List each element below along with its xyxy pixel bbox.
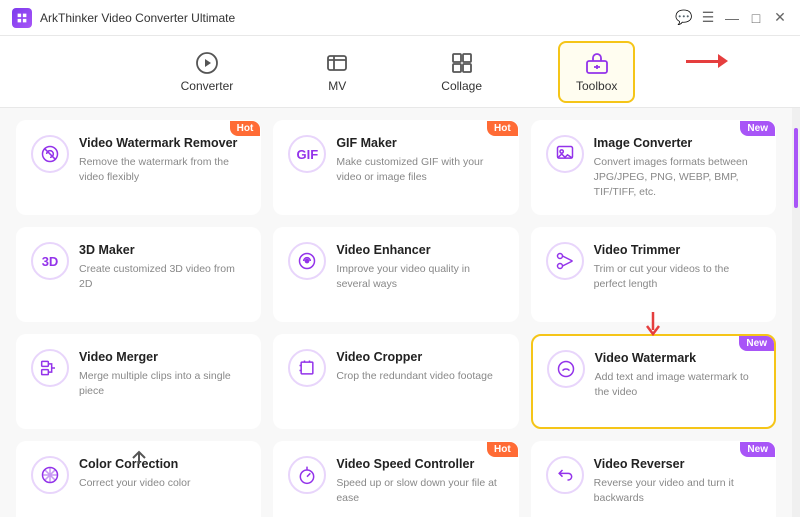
tool-card-video-enhancer[interactable]: Video Enhancer Improve your video qualit… (273, 227, 518, 322)
card-desc-video-reverser: Reverse your video and turn it backwards (594, 476, 761, 505)
scrollbar-thumb (794, 128, 798, 208)
tool-card-video-merger[interactable]: Video Merger Merge multiple clips into a… (16, 334, 261, 429)
card-desc-video-cropper: Crop the redundant video footage (336, 369, 503, 384)
card-title-video-trimmer: Video Trimmer (594, 242, 761, 258)
tool-card-video-cropper[interactable]: Video Cropper Crop the redundant video f… (273, 334, 518, 429)
card-title-video-watermark: Video Watermark (595, 350, 760, 366)
card-icon-video-watermark-remover (31, 135, 69, 173)
badge-image-converter: New (740, 121, 775, 136)
card-desc-video-watermark: Add text and image watermark to the vide… (595, 370, 760, 399)
card-icon-video-cropper (288, 349, 326, 387)
card-desc-video-speed-controller: Speed up or slow down your file at ease (336, 476, 503, 505)
card-desc-color-correction: Correct your video color (79, 476, 246, 491)
nav-item-collage[interactable]: Collage (425, 43, 498, 101)
card-icon-video-watermark (547, 350, 585, 388)
card-desc-video-enhancer: Improve your video quality in several wa… (336, 262, 503, 291)
badge-video-speed-controller: Hot (487, 442, 518, 457)
card-title-video-enhancer: Video Enhancer (336, 242, 503, 258)
card-title-video-reverser: Video Reverser (594, 456, 761, 472)
tool-card-image-converter[interactable]: New Image Converter Convert images forma… (531, 120, 776, 215)
card-title-video-cropper: Video Cropper (336, 349, 503, 365)
card-title-video-watermark-remover: Video Watermark Remover (79, 135, 246, 151)
badge-gif-maker: Hot (487, 121, 518, 136)
card-icon-video-trimmer (546, 242, 584, 280)
card-icon-video-reverser (546, 456, 584, 494)
card-icon-color-correction (31, 456, 69, 494)
nav-label-collage: Collage (441, 79, 482, 93)
card-title-3d-maker: 3D Maker (79, 242, 246, 258)
nav-bar: Converter MV Collage Toolbox (0, 36, 800, 108)
card-icon-video-enhancer (288, 242, 326, 280)
tool-card-video-speed-controller[interactable]: Hot Video Speed Controller Speed up or s… (273, 441, 518, 517)
menu-button[interactable]: ☰ (700, 10, 716, 26)
card-title-video-speed-controller: Video Speed Controller (336, 456, 503, 472)
tool-card-gif-maker[interactable]: Hot GIF GIF Maker Make customized GIF wi… (273, 120, 518, 215)
card-title-color-correction: Color Correction (79, 456, 246, 472)
card-desc-gif-maker: Make customized GIF with your video or i… (336, 155, 503, 184)
card-desc-video-merger: Merge multiple clips into a single piece (79, 369, 246, 398)
card-icon-image-converter (546, 135, 584, 173)
tool-card-color-correction[interactable]: Color Correction Correct your video colo… (16, 441, 261, 517)
card-desc-video-trimmer: Trim or cut your videos to the perfect l… (594, 262, 761, 291)
card-desc-image-converter: Convert images formats between JPG/JPEG,… (594, 155, 761, 199)
card-icon-video-merger (31, 349, 69, 387)
nav-item-converter[interactable]: Converter (165, 43, 250, 101)
badge-video-reverser: New (740, 442, 775, 457)
tool-card-video-reverser[interactable]: New Video Reverser Reverse your video an… (531, 441, 776, 517)
card-desc-3d-maker: Create customized 3D video from 2D (79, 262, 246, 291)
nav-label-toolbox: Toolbox (576, 79, 617, 93)
app-icon (12, 8, 32, 28)
card-title-gif-maker: GIF Maker (336, 135, 503, 151)
badge-video-watermark-remover: Hot (230, 121, 261, 136)
maximize-button[interactable]: □ (748, 10, 764, 26)
card-icon-3d-maker: 3D (31, 242, 69, 280)
card-icon-gif-maker: GIF (288, 135, 326, 173)
tool-card-video-watermark[interactable]: New Video Watermark Add text and image w… (531, 334, 776, 429)
title-bar: ArkThinker Video Converter Ultimate 💬 ☰ … (0, 0, 800, 36)
card-icon-video-speed-controller (288, 456, 326, 494)
nav-item-mv[interactable]: MV (309, 43, 365, 101)
scrollbar[interactable] (792, 108, 800, 517)
card-title-image-converter: Image Converter (594, 135, 761, 151)
tool-card-video-watermark-remover[interactable]: Hot Video Watermark Remover Remove the w… (16, 120, 261, 215)
badge-video-watermark: New (739, 336, 774, 351)
nav-item-toolbox[interactable]: Toolbox (558, 41, 635, 103)
app-title: ArkThinker Video Converter Ultimate (40, 11, 235, 25)
card-desc-video-watermark-remover: Remove the watermark from the video flex… (79, 155, 246, 184)
close-button[interactable]: ✕ (772, 10, 788, 26)
nav-label-converter: Converter (181, 79, 234, 93)
minimize-button[interactable]: — (724, 10, 740, 26)
nav-label-mv: MV (328, 79, 346, 93)
tool-card-video-trimmer[interactable]: Video Trimmer Trim or cut your videos to… (531, 227, 776, 322)
card-title-video-merger: Video Merger (79, 349, 246, 365)
tool-card-3d-maker[interactable]: 3D 3D Maker Create customized 3D video f… (16, 227, 261, 322)
chat-button[interactable]: 💬 (676, 10, 692, 26)
tools-grid: Hot Video Watermark Remover Remove the w… (0, 108, 792, 517)
